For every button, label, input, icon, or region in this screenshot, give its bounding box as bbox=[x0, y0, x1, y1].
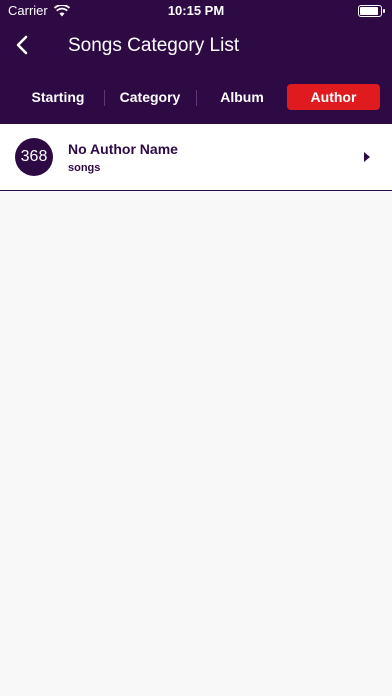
list-item[interactable]: 368 No Author Name songs bbox=[0, 124, 392, 191]
disclosure-triangle-icon bbox=[364, 152, 370, 162]
song-count-badge: 368 bbox=[15, 138, 53, 176]
author-name: No Author Name bbox=[68, 141, 178, 157]
navigation-bar: Songs Category List bbox=[0, 22, 392, 72]
item-subtitle: songs bbox=[68, 162, 101, 174]
tab-divider bbox=[196, 90, 197, 106]
back-chevron-icon[interactable] bbox=[12, 34, 34, 56]
tab-category[interactable]: Category bbox=[110, 84, 190, 110]
tab-starting[interactable]: Starting bbox=[20, 84, 96, 110]
tab-album[interactable]: Album bbox=[204, 84, 280, 110]
author-list: 368 No Author Name songs bbox=[0, 124, 392, 191]
battery-icon bbox=[358, 5, 385, 17]
tab-author[interactable]: Author bbox=[287, 84, 380, 110]
page-title: Songs Category List bbox=[68, 35, 240, 56]
segment-tabs: Starting Category Album Author bbox=[0, 72, 392, 124]
status-time: 10:15 PM bbox=[167, 3, 225, 18]
status-bar: Carrier 10:15 PM bbox=[0, 0, 392, 22]
tab-divider bbox=[104, 90, 105, 106]
